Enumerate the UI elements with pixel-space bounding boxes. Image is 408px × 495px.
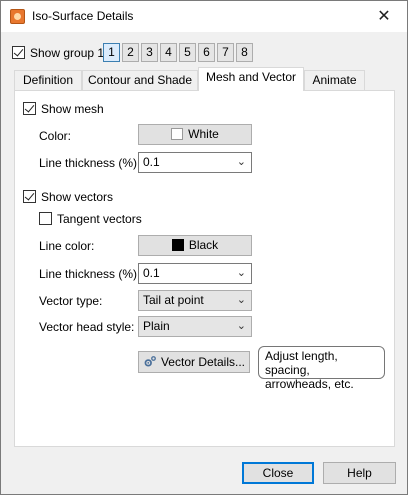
group-button-3[interactable]: 3 [141, 43, 158, 62]
vector-line-color-button[interactable]: Black [138, 235, 252, 256]
group-button-1[interactable]: 1 [103, 43, 120, 62]
vector-thickness-value: 0.1 [143, 266, 160, 280]
title-bar: Iso-Surface Details ✕ [1, 1, 407, 32]
mesh-and-vector-panel: Show mesh Color: White Line thickness (%… [14, 90, 395, 447]
vector-type-label: Vector type: [39, 294, 103, 308]
vector-details-tooltip: Adjust length, spacing, arrowheads, etc. [258, 346, 385, 391]
tangent-vectors-checkbox[interactable] [39, 212, 52, 225]
chevron-down-icon: ⌄ [236, 320, 246, 332]
vector-thickness-label: Line thickness (%): [39, 267, 141, 281]
vector-line-color-label: Line color: [39, 239, 95, 253]
show-vectors-label: Show vectors [41, 190, 114, 204]
vector-line-color-swatch [171, 239, 184, 251]
tab-mesh-and-vector[interactable]: Mesh and Vector [198, 67, 304, 91]
chevron-down-icon: ⌄ [236, 267, 246, 279]
mesh-thickness-combo[interactable]: 0.1 ⌄ [138, 152, 252, 173]
show-group-checkbox[interactable] [12, 46, 25, 59]
tab-contour-and-shade[interactable]: Contour and Shade [82, 70, 198, 90]
close-button[interactable]: Close [242, 462, 314, 484]
vector-type-value: Tail at point [143, 293, 204, 307]
show-group-label: Show group 1 [30, 46, 105, 60]
chevron-down-icon: ⌄ [236, 294, 246, 306]
vector-thickness-combo[interactable]: 0.1 ⌄ [138, 263, 252, 284]
mesh-color-swatch [171, 128, 184, 140]
vector-head-style-select[interactable]: Plain ⌄ [138, 316, 252, 337]
vector-line-color-value: Black [188, 238, 219, 252]
tooltip-line-2: arrowheads, etc. [265, 377, 354, 391]
iso-surface-details-dialog: Iso-Surface Details ✕ Show group 1 1 2 3… [0, 0, 408, 495]
chevron-down-icon: ⌄ [236, 156, 246, 168]
group-button-6[interactable]: 6 [198, 43, 215, 62]
show-mesh-checkbox[interactable] [23, 102, 36, 115]
group-button-2[interactable]: 2 [122, 43, 139, 62]
window-title: Iso-Surface Details [32, 9, 134, 23]
help-button[interactable]: Help [323, 462, 396, 484]
group-button-5[interactable]: 5 [179, 43, 196, 62]
tangent-vectors-label: Tangent vectors [57, 212, 142, 226]
vector-head-style-value: Plain [143, 319, 170, 333]
show-vectors-checkbox[interactable] [23, 190, 36, 203]
vector-head-style-label: Vector head style: [39, 320, 135, 334]
gear-icon [144, 356, 156, 367]
mesh-color-value: White [188, 127, 219, 141]
mesh-thickness-label: Line thickness (%): [39, 156, 141, 170]
vector-details-label: Vector Details... [160, 355, 246, 369]
mesh-thickness-value: 0.1 [143, 155, 160, 169]
group-button-7[interactable]: 7 [217, 43, 234, 62]
app-icon [10, 9, 25, 24]
tooltip-line-1: Adjust length, spacing, [265, 349, 338, 377]
mesh-color-button[interactable]: White [138, 124, 252, 145]
vector-type-select[interactable]: Tail at point ⌄ [138, 290, 252, 311]
tab-animate[interactable]: Animate [304, 70, 365, 90]
group-button-8[interactable]: 8 [236, 43, 253, 62]
group-button-4[interactable]: 4 [160, 43, 177, 62]
show-mesh-label: Show mesh [41, 102, 104, 116]
tab-definition[interactable]: Definition [14, 70, 82, 90]
mesh-color-label: Color: [39, 129, 72, 143]
vector-details-button[interactable]: Vector Details... [138, 351, 250, 373]
close-window-button[interactable]: ✕ [361, 1, 407, 32]
